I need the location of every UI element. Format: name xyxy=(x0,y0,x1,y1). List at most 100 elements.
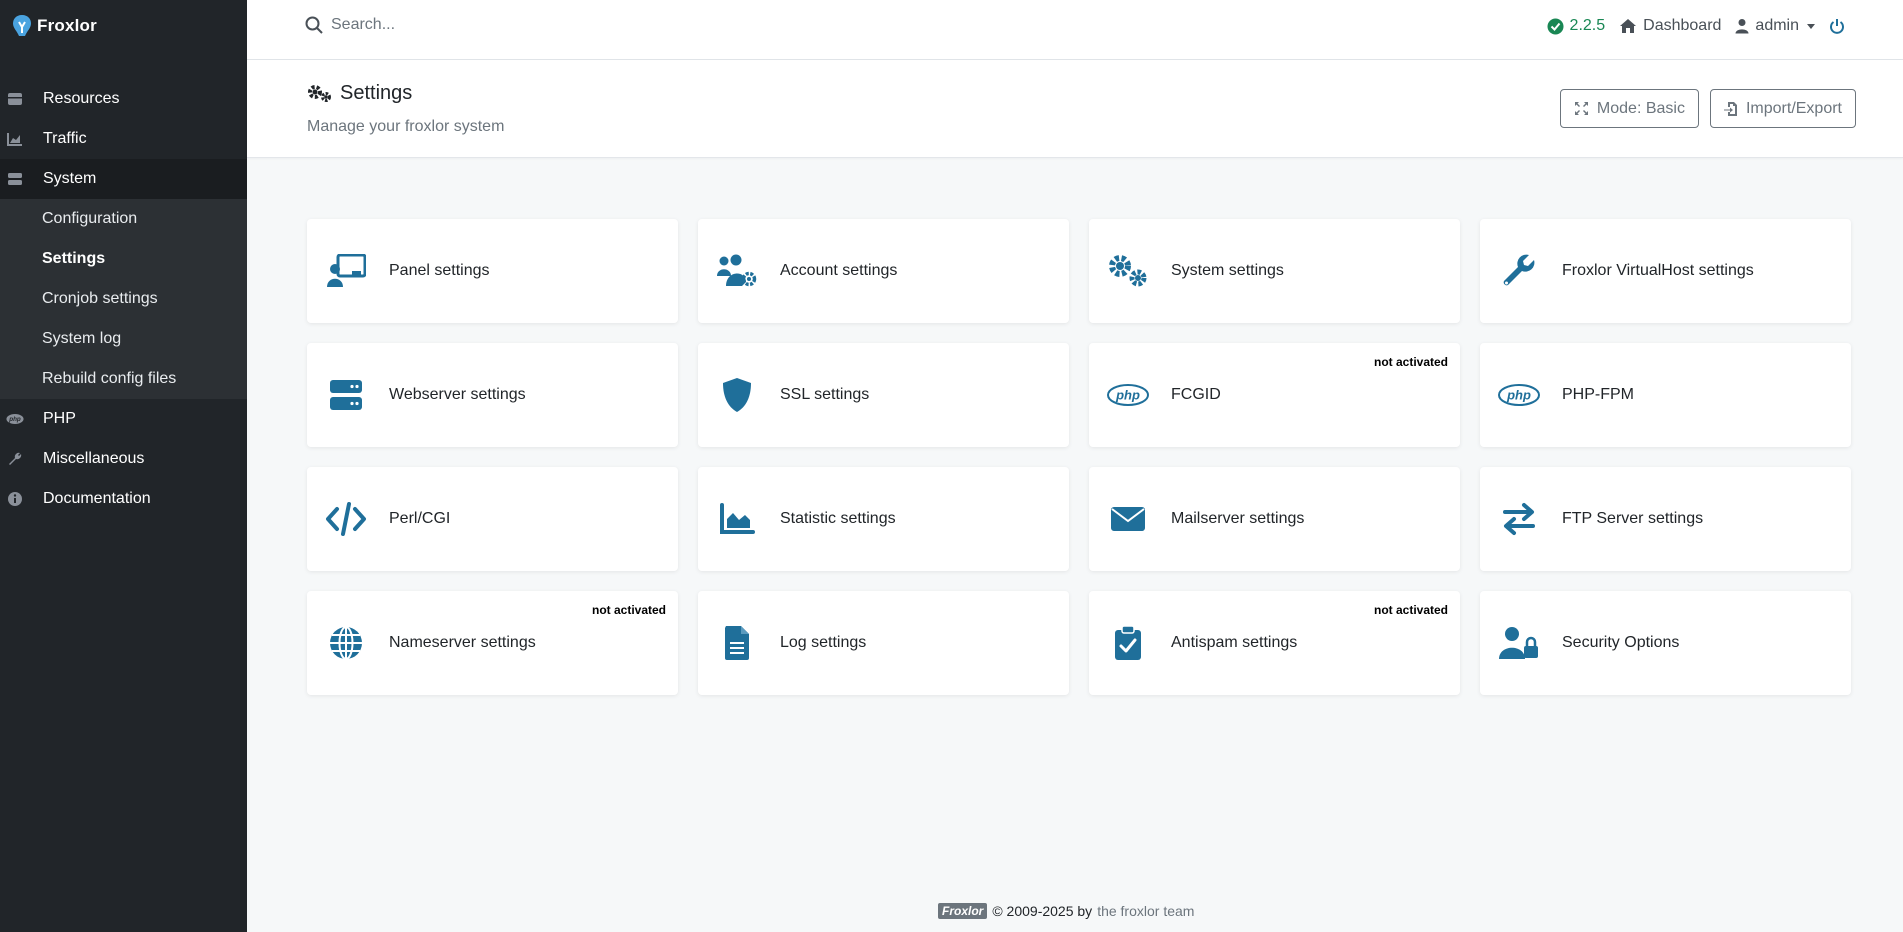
settings-card-php-fpm[interactable]: php PHP-FPM xyxy=(1480,343,1851,447)
info-circle-icon xyxy=(6,490,24,508)
brand[interactable]: Froxlor xyxy=(0,0,247,52)
sidebar-subnav-system: Configuration Settings Cronjob settings … xyxy=(0,199,247,399)
dashboard-link[interactable]: Dashboard xyxy=(1619,17,1721,35)
settings-card-ftp[interactable]: FTP Server settings xyxy=(1480,467,1851,571)
logout-button[interactable] xyxy=(1829,18,1845,34)
sidebar-item-label: Documentation xyxy=(43,490,151,507)
header-actions: Mode: Basic Import/Export xyxy=(1559,89,1856,128)
dashboard-label: Dashboard xyxy=(1643,17,1722,34)
globe-icon xyxy=(325,623,367,663)
footer: Froxlor © 2009-2025 by the froxlor team xyxy=(938,903,1194,919)
envelope-icon xyxy=(1107,499,1149,539)
card-label: Mailserver settings xyxy=(1171,510,1305,527)
card-label: Account settings xyxy=(780,262,898,279)
settings-card-antispam[interactable]: Antispam settings not activated xyxy=(1089,591,1460,695)
sidebar-item-traffic[interactable]: Traffic xyxy=(0,119,247,159)
card-label: FCGID xyxy=(1171,386,1221,403)
sidebar-item-php[interactable]: php PHP xyxy=(0,399,247,439)
arrows-exchange-icon xyxy=(1498,499,1540,539)
settings-card-security[interactable]: Security Options xyxy=(1480,591,1851,695)
sidebar-subitem-cronjob-settings[interactable]: Cronjob settings xyxy=(0,279,247,319)
wrench-icon xyxy=(6,450,24,468)
chalkboard-user-icon xyxy=(325,251,367,291)
froxlor-logo-icon xyxy=(13,15,31,36)
version-label: 2.2.5 xyxy=(1569,17,1606,34)
settings-card-fcgid[interactable]: php FCGID not activated xyxy=(1089,343,1460,447)
sidebar-item-label: Resources xyxy=(43,90,120,107)
card-label: FTP Server settings xyxy=(1562,510,1704,527)
card-label: Log settings xyxy=(780,634,867,651)
settings-card-panel[interactable]: Panel settings xyxy=(307,219,678,323)
search-box xyxy=(305,16,731,34)
settings-card-log[interactable]: Log settings xyxy=(698,591,1069,695)
php-icon: php xyxy=(6,410,24,428)
import-export-button[interactable]: Import/Export xyxy=(1709,89,1856,128)
users-cog-icon xyxy=(716,251,758,291)
file-lines-icon xyxy=(716,623,758,663)
settings-card-webserver[interactable]: Webserver settings xyxy=(307,343,678,447)
topbar-actions: 2.2.5 Dashboard admin xyxy=(1547,17,1845,35)
card-label: Webserver settings xyxy=(389,386,526,403)
settings-card-account[interactable]: Account settings xyxy=(698,219,1069,323)
search-icon xyxy=(305,16,323,34)
check-circle-icon xyxy=(1547,18,1564,34)
svg-text:php: php xyxy=(8,416,21,423)
card-label: System settings xyxy=(1171,262,1284,279)
area-chart-icon xyxy=(6,130,24,148)
status-badge: not activated xyxy=(1373,603,1448,617)
area-chart-icon xyxy=(716,499,758,539)
footer-team-link[interactable]: the froxlor team xyxy=(1097,903,1194,919)
status-badge: not activated xyxy=(591,603,666,617)
settings-card-perl-cgi[interactable]: Perl/CGI xyxy=(307,467,678,571)
card-label: PHP-FPM xyxy=(1562,386,1634,403)
settings-card-statistic[interactable]: Statistic settings xyxy=(698,467,1069,571)
gears-icon xyxy=(308,84,331,102)
page-subtitle: Manage your froxlor system xyxy=(307,118,505,135)
footer-copyright: © 2009-2025 by xyxy=(992,903,1093,919)
mode-toggle-button[interactable]: Mode: Basic xyxy=(1559,89,1699,128)
sidebar-item-label: PHP xyxy=(43,410,76,427)
clipboard-check-icon xyxy=(1107,623,1149,663)
user-menu[interactable]: admin xyxy=(1735,17,1815,35)
sidebar-subitem-rebuild-config-files[interactable]: Rebuild config files xyxy=(0,359,247,399)
database-icon xyxy=(6,90,24,108)
gears-icon xyxy=(1107,251,1149,291)
sidebar-item-documentation[interactable]: Documentation xyxy=(0,479,247,519)
sidebar-nav: Resources Traffic System Configuration S… xyxy=(0,79,247,519)
card-label: Security Options xyxy=(1562,634,1680,651)
user-lock-icon xyxy=(1498,623,1540,663)
power-icon xyxy=(1830,19,1844,34)
sidebar-item-label: Miscellaneous xyxy=(43,450,145,467)
expand-arrows-icon xyxy=(1574,102,1588,115)
card-label: Froxlor VirtualHost settings xyxy=(1562,262,1754,279)
brand-name: Froxlor xyxy=(37,16,97,35)
settings-card-system[interactable]: System settings xyxy=(1089,219,1460,323)
footer-logo: Froxlor xyxy=(938,903,988,919)
php-icon: php xyxy=(1498,375,1540,415)
sidebar-item-label: Traffic xyxy=(43,130,87,147)
settings-card-nameserver[interactable]: Nameserver settings not activated xyxy=(307,591,678,695)
card-label: Antispam settings xyxy=(1171,634,1298,651)
sidebar-subitem-settings[interactable]: Settings xyxy=(0,239,247,279)
page-header: Settings Manage your froxlor system Mode… xyxy=(247,60,1903,158)
home-icon xyxy=(1620,19,1637,33)
chevron-down-icon xyxy=(1807,23,1815,29)
sidebar-subitem-system-log[interactable]: System log xyxy=(0,319,247,359)
sidebar-item-system[interactable]: System xyxy=(0,159,247,199)
server-icon xyxy=(325,375,367,415)
settings-card-mailserver[interactable]: Mailserver settings xyxy=(1089,467,1460,571)
page-title: Settings xyxy=(307,82,412,105)
user-icon xyxy=(1735,19,1749,34)
settings-card-froxlor-vhost[interactable]: Froxlor VirtualHost settings xyxy=(1480,219,1851,323)
sidebar-item-miscellaneous[interactable]: Miscellaneous xyxy=(0,439,247,479)
sidebar-subitem-configuration[interactable]: Configuration xyxy=(0,199,247,239)
version-status[interactable]: 2.2.5 xyxy=(1547,17,1606,35)
svg-text:php: php xyxy=(1115,388,1140,403)
sidebar: Froxlor Resources Traffic System Configu… xyxy=(0,0,247,932)
page-title-text: Settings xyxy=(340,82,413,104)
mode-label: Mode: Basic xyxy=(1596,99,1685,117)
card-label: Nameserver settings xyxy=(389,634,536,651)
search-input[interactable] xyxy=(331,16,731,34)
sidebar-item-resources[interactable]: Resources xyxy=(0,79,247,119)
settings-card-ssl[interactable]: SSL settings xyxy=(698,343,1069,447)
